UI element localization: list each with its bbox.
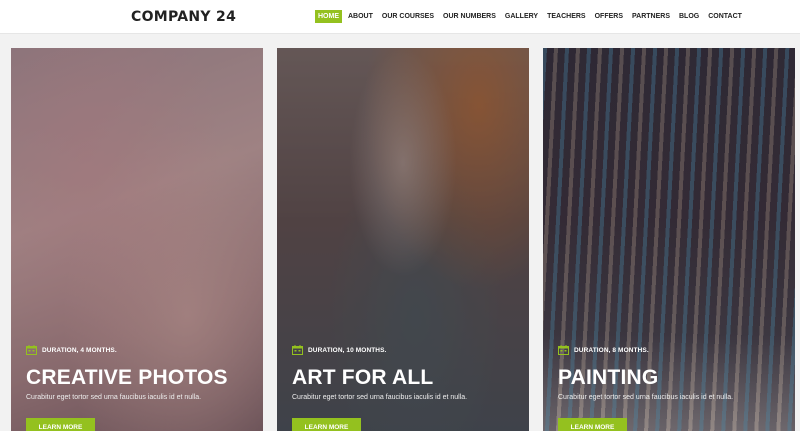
course-title: ART FOR ALL	[292, 366, 434, 389]
course-duration: DURATION, 10 MONTHS.	[292, 345, 386, 355]
duration-text: DURATION, 4 MONTHS.	[42, 346, 117, 354]
course-card-painting[interactable]: DURATION, 8 MONTHS. PAINTING Curabitur e…	[543, 48, 795, 431]
course-duration: DURATION, 4 MONTHS.	[26, 345, 117, 355]
course-description: Curabitur eget tortor sed urna faucibus …	[558, 394, 734, 401]
course-card-art-for-all[interactable]: DURATION, 10 MONTHS. ART FOR ALL Curabit…	[277, 48, 529, 431]
learn-more-button[interactable]: LEARN MORE	[26, 418, 95, 431]
nav-item-our-courses[interactable]: OUR COURSES	[379, 10, 437, 23]
calendar-icon	[292, 345, 303, 355]
course-description: Curabitur eget tortor sed urna faucibus …	[292, 394, 468, 401]
calendar-icon	[26, 345, 37, 355]
duration-text: DURATION, 8 MONTHS.	[574, 346, 649, 354]
nav-item-contact[interactable]: CONTACT	[705, 10, 745, 23]
nav-item-home[interactable]: HOME	[315, 10, 342, 23]
nav-item-teachers[interactable]: TEACHERS	[544, 10, 589, 23]
learn-more-button[interactable]: LEARN MORE	[558, 418, 627, 431]
nav-item-blog[interactable]: BLOG	[676, 10, 702, 23]
nav-item-our-numbers[interactable]: OUR NUMBERS	[440, 10, 499, 23]
course-title: PAINTING	[558, 366, 659, 389]
course-title: CREATIVE PHOTOS	[26, 366, 228, 389]
site-logo[interactable]: COMPANY 24	[131, 9, 236, 25]
course-card-creative-photos[interactable]: DURATION, 4 MONTHS. CREATIVE PHOTOS Cura…	[11, 48, 263, 431]
calendar-icon	[558, 345, 569, 355]
course-description: Curabitur eget tortor sed urna faucibus …	[26, 394, 202, 401]
duration-text: DURATION, 10 MONTHS.	[308, 346, 387, 354]
nav-item-about[interactable]: ABOUT	[345, 10, 376, 23]
nav-item-gallery[interactable]: GALLERY	[502, 10, 541, 23]
nav-item-partners[interactable]: PARTNERS	[629, 10, 673, 23]
main-nav: HOME ABOUT OUR COURSES OUR NUMBERS GALLE…	[315, 10, 748, 23]
site-header: COMPANY 24 HOME ABOUT OUR COURSES OUR NU…	[0, 0, 800, 34]
nav-item-offers[interactable]: OFFERS	[592, 10, 626, 23]
learn-more-button[interactable]: LEARN MORE	[292, 418, 361, 431]
course-duration: DURATION, 8 MONTHS.	[558, 345, 649, 355]
